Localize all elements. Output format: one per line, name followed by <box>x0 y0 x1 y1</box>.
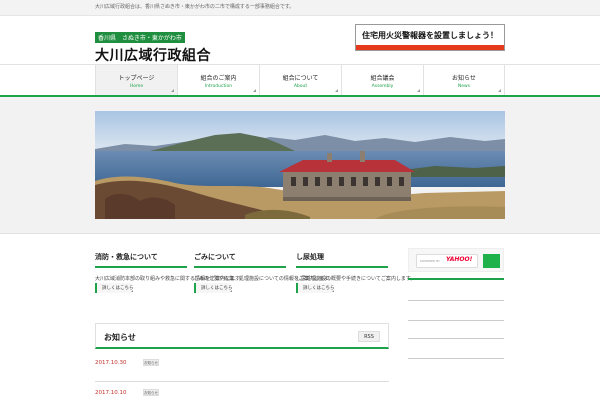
logo-subtitle: 香川県 さぬき市・東かがわ市 <box>95 32 185 43</box>
nav-sublabel: Assembly <box>371 84 394 89</box>
search-button[interactable] <box>483 254 500 268</box>
news-header: お知らせ RSS <box>95 323 389 349</box>
rss-button[interactable]: RSS <box>358 331 380 342</box>
site-logo[interactable]: 香川県 さぬき市・東かがわ市 大川広域行政組合 <box>95 25 211 64</box>
site-search: POWERED BY YAHOO! <box>408 248 504 272</box>
nav-label: トップページ <box>118 75 155 82</box>
hero-landscape-illustration <box>95 111 505 219</box>
corner-arrow-icon <box>335 89 338 92</box>
sidebar-divider <box>408 300 504 301</box>
nav-sublabel: Introduction <box>204 84 233 89</box>
news-title: お知らせ <box>104 333 136 342</box>
corner-arrow-icon <box>253 89 256 92</box>
news-divider <box>95 381 389 382</box>
details-button-sewage[interactable]: 詳しくはこちら <box>296 283 335 293</box>
corner-arrow-icon <box>417 89 420 92</box>
nav-label: お知らせ <box>452 75 476 82</box>
nav-label: 組合議会 <box>370 75 395 82</box>
site-tagline: 大川広域行政組合は、香川県さぬき市・東かがわ市の二市で構成する一部事務組合です。 <box>95 4 295 10</box>
banner-text: 住宅用火災警報器を設置しましょう！ <box>362 31 498 40</box>
yahoo-logo: YAHOO! <box>446 256 473 263</box>
sidebar-divider <box>408 278 504 280</box>
column-title: 消防・救急について <box>95 252 187 268</box>
nav-label: 組合のご案内 <box>200 75 237 82</box>
news-category-badge: お知らせ <box>143 359 159 366</box>
corner-arrow-icon <box>171 89 174 92</box>
nav-item-about[interactable]: 組合について About <box>259 65 341 95</box>
column-sewage: し尿処理 し尿処理施設の概要や手続きについてご案内します。 <box>296 252 415 284</box>
nav-sublabel: News <box>457 84 471 89</box>
column-garbage: ごみについて ごみの分別や収集、処理施設についての情報をご案内します。 <box>194 252 333 284</box>
details-button-fire[interactable]: 詳しくはこちら <box>95 283 134 293</box>
column-fire-ambulance: 消防・救急について 大川広域消防本部の取り組みや救急に関する情報をご案内します。 <box>95 252 245 284</box>
nav-label: 組合について <box>282 75 319 82</box>
nav-item-introduction[interactable]: 組合のご案内 Introduction <box>177 65 259 95</box>
nav-item-news[interactable]: お知らせ News <box>423 65 505 95</box>
powered-by-label: POWERED BY <box>420 259 441 263</box>
sidebar-divider <box>408 338 504 339</box>
global-nav: トップページ Home 組合のご案内 Introduction 組合について A… <box>0 64 600 97</box>
nav-sublabel: Home <box>129 84 144 89</box>
site-header: 香川県 さぬき市・東かがわ市 大川広域行政組合 住宅用火災警報器を設置しましょう… <box>0 16 600 64</box>
news-date: 2017.10.10 <box>95 390 127 396</box>
top-bar: 大川広域行政組合は、香川県さぬき市・東かがわ市の二市で構成する一部事務組合です。 <box>0 0 600 16</box>
details-button-garbage[interactable]: 詳しくはこちら <box>194 283 233 293</box>
banner-red-bar <box>356 45 504 50</box>
corner-arrow-icon <box>498 89 501 92</box>
logo-title: 大川広域行政組合 <box>95 48 211 64</box>
sidebar-divider <box>408 358 504 359</box>
nav-item-home[interactable]: トップページ Home <box>95 65 177 95</box>
hero-band <box>0 97 600 234</box>
hero-image <box>95 111 505 219</box>
news-date: 2017.10.30 <box>95 360 127 366</box>
sidebar-divider <box>408 320 504 321</box>
nav-item-assembly[interactable]: 組合議会 Assembly <box>341 65 423 95</box>
news-category-badge: お知らせ <box>143 389 159 396</box>
nav-sublabel: About <box>293 84 308 89</box>
fire-alarm-banner[interactable]: 住宅用火災警報器を設置しましょう！ <box>355 24 505 51</box>
column-title: ごみについて <box>194 252 286 268</box>
search-input[interactable]: POWERED BY YAHOO! <box>416 254 478 268</box>
column-title: し尿処理 <box>296 252 388 268</box>
